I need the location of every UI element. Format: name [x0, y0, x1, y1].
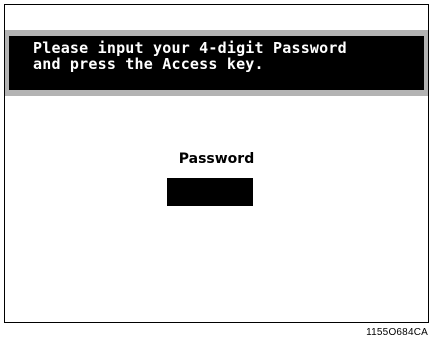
message-banner: Please input your 4-digit Password and p… [5, 30, 428, 96]
message-line-2: and press the Access key. [33, 55, 264, 73]
password-input[interactable] [167, 178, 253, 206]
message-line-1: Please input your 4-digit Password [33, 39, 347, 57]
figure-code: 1155O684CA [366, 327, 428, 338]
control-panel-screen: Please input your 4-digit Password and p… [4, 4, 429, 323]
password-label: Password [178, 151, 255, 167]
message-box: Please input your 4-digit Password and p… [9, 36, 424, 90]
